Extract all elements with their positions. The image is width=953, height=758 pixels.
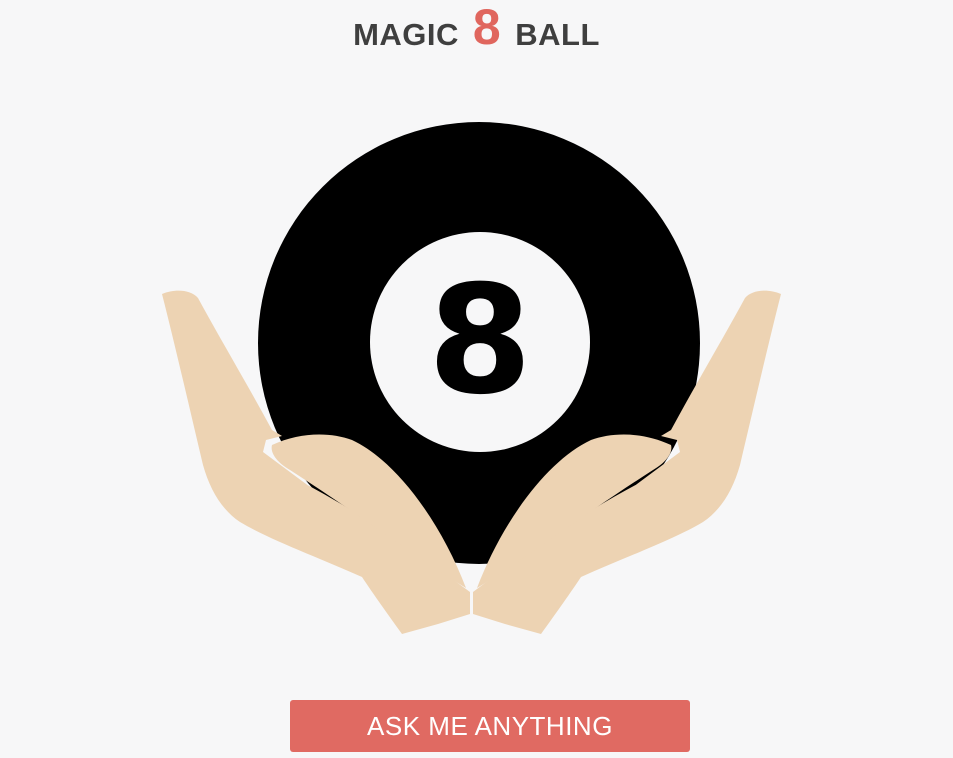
eight-ball-illustration: 8 xyxy=(162,122,781,634)
magic-8-ball-app: MAGIC 8 BALL 8 ASK ME ANYTHING xyxy=(0,0,953,758)
ask-me-anything-button[interactable]: ASK ME ANYTHING xyxy=(290,700,690,752)
ball-number: 8 xyxy=(428,254,532,428)
